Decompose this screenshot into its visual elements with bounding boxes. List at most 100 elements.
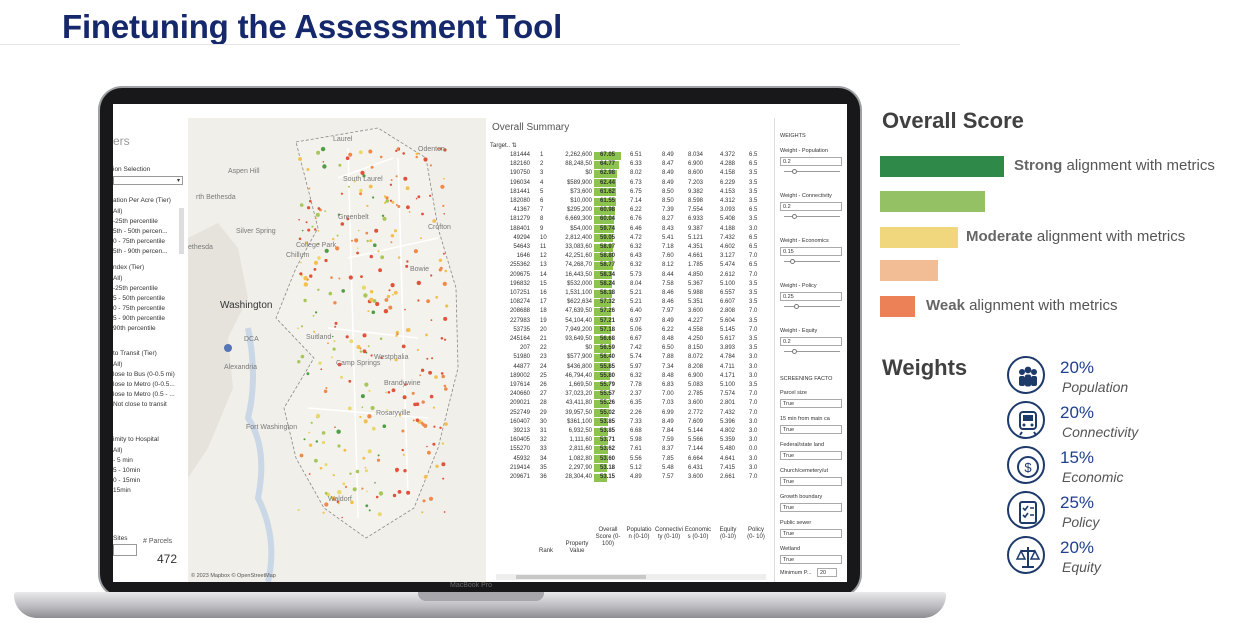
parcel-marker[interactable]: [299, 453, 304, 458]
parcel-marker[interactable]: [366, 490, 368, 493]
parcel-map[interactable]: Laurel Odenton Aspen Hill South Laurel rth B…: [188, 118, 486, 582]
parcel-marker[interactable]: [401, 448, 404, 452]
parcel-marker[interactable]: [327, 342, 329, 344]
parcel-marker[interactable]: [405, 186, 410, 191]
filter-option[interactable]: 5th - 50th percen...: [113, 228, 168, 235]
parcel-marker[interactable]: [359, 415, 362, 419]
parcel-marker[interactable]: [348, 275, 353, 280]
parcel-marker[interactable]: [334, 325, 337, 328]
parcel-marker[interactable]: [378, 268, 382, 273]
parcel-marker[interactable]: [349, 339, 354, 344]
table-row[interactable]: 207 22 $0 56.59 7.42 6.50 8.150 3.893 3.5: [486, 344, 774, 353]
parcel-marker[interactable]: [300, 354, 305, 359]
parcel-marker[interactable]: [430, 319, 433, 321]
table-row[interactable]: 54643 11 33,083,60 58.97 6.32 7.18 4.351 4.602 6…: [486, 243, 774, 252]
parcel-marker[interactable]: [360, 275, 363, 278]
parcel-marker[interactable]: [348, 152, 353, 157]
parcel-marker[interactable]: [356, 251, 359, 255]
parcel-marker[interactable]: [308, 431, 311, 434]
parcel-marker[interactable]: [349, 472, 352, 475]
parcel-marker[interactable]: [406, 328, 411, 332]
parcel-marker[interactable]: [402, 395, 407, 400]
sites-input[interactable]: [113, 544, 137, 556]
weight-slider[interactable]: [784, 349, 840, 354]
filter-option[interactable]: lose to Bus (0-0.5 mi): [113, 371, 175, 378]
parcel-marker[interactable]: [389, 199, 392, 202]
parcel-marker[interactable]: [312, 314, 315, 317]
parcel-marker[interactable]: [364, 469, 368, 473]
parcel-marker[interactable]: [441, 374, 445, 379]
parcel-marker[interactable]: [315, 440, 318, 443]
parcel-marker[interactable]: [348, 379, 352, 383]
parcel-marker[interactable]: [426, 445, 428, 448]
parcel-marker[interactable]: [377, 512, 382, 517]
parcel-marker[interactable]: [401, 344, 406, 349]
parcel-marker[interactable]: [390, 179, 393, 181]
filter-option[interactable]: All): [113, 208, 122, 215]
parcel-marker[interactable]: [421, 511, 424, 514]
parcel-marker[interactable]: [415, 197, 418, 200]
parcel-marker[interactable]: [408, 211, 411, 213]
parcel-marker[interactable]: [444, 387, 448, 391]
column-header[interactable]: Economic s (0-10): [684, 527, 712, 541]
table-row[interactable]: 208688 18 47,639,50 57.26 6.40 7.97 3.600 2.808…: [486, 307, 774, 316]
table-row[interactable]: 181279 8 6,669,300 60.04 6.76 8.27 6.933 5.408 3…: [486, 215, 774, 224]
parcel-marker[interactable]: [316, 150, 321, 155]
parcel-marker[interactable]: [325, 387, 328, 389]
parcel-marker[interactable]: [396, 147, 400, 151]
parcel-marker[interactable]: [305, 221, 308, 224]
parcel-marker[interactable]: [303, 282, 308, 287]
parcel-marker[interactable]: [348, 185, 350, 188]
table-row[interactable]: 108274 17 $622,634 57.32 5.21 8.46 5.351 6.607 3…: [486, 298, 774, 307]
parcel-marker[interactable]: [443, 316, 448, 321]
parcel-marker[interactable]: [389, 183, 393, 186]
parcel-marker[interactable]: [332, 474, 335, 477]
screening-select[interactable]: True: [780, 425, 842, 434]
parcel-marker[interactable]: [309, 199, 312, 203]
scroll-thumb[interactable]: [516, 575, 646, 579]
parcel-marker[interactable]: [445, 304, 449, 308]
parcel-marker[interactable]: [444, 422, 448, 426]
column-header[interactable]: Populatio n (0-10): [626, 527, 652, 541]
parcel-marker[interactable]: [355, 469, 360, 474]
parcel-marker[interactable]: [344, 485, 348, 489]
parcel-marker[interactable]: [298, 237, 302, 241]
parcel-marker[interactable]: [365, 231, 369, 235]
table-row[interactable]: 188401 9 $54,000 59.74 6.46 8.43 9.387 4.188 3.0: [486, 225, 774, 234]
table-row[interactable]: 190750 3 $0 62.98 8.02 8.49 8.600 4.158 3.5: [486, 169, 774, 178]
table-row[interactable]: 53735 20 7,949,200 57.18 5.06 6.22 4.558 5.145 7…: [486, 326, 774, 335]
screening-select[interactable]: True: [780, 399, 842, 408]
parcel-marker[interactable]: [368, 184, 373, 189]
parcel-marker[interactable]: [368, 509, 371, 512]
parcel-marker[interactable]: [417, 195, 421, 199]
parcel-marker[interactable]: [394, 229, 397, 233]
parcel-marker[interactable]: [376, 458, 381, 462]
parcel-marker[interactable]: [300, 325, 304, 328]
parcel-marker[interactable]: [416, 348, 419, 352]
parcel-marker[interactable]: [315, 311, 318, 314]
parcel-marker[interactable]: [361, 285, 366, 290]
parcel-marker[interactable]: [360, 170, 365, 175]
parcel-marker[interactable]: [432, 406, 436, 409]
parcel-marker[interactable]: [361, 406, 364, 409]
parcel-marker[interactable]: [322, 161, 325, 163]
parcel-marker[interactable]: [402, 152, 405, 155]
parcel-marker[interactable]: [397, 256, 401, 259]
parcel-marker[interactable]: [397, 490, 402, 494]
parcel-marker[interactable]: [375, 301, 380, 307]
parcel-marker[interactable]: [313, 268, 317, 271]
table-row[interactable]: 227983 19 54,104,40 57.21 6.97 8.49 4.227 5.604…: [486, 317, 774, 326]
parcel-marker[interactable]: [440, 372, 444, 375]
table-row[interactable]: 181444 1 2,262,600 67.05 6.51 8.49 8.034 4.372 6…: [486, 151, 774, 160]
parcel-marker[interactable]: [372, 196, 375, 199]
parcel-marker[interactable]: [391, 388, 396, 393]
parcel-marker[interactable]: [334, 426, 336, 429]
parcel-marker[interactable]: [324, 248, 329, 253]
screening-select[interactable]: True: [780, 451, 842, 460]
parcel-marker[interactable]: [303, 438, 306, 441]
parcel-marker[interactable]: [443, 511, 446, 513]
parcel-marker[interactable]: [298, 218, 300, 221]
parcel-marker[interactable]: [359, 188, 363, 193]
parcel-marker[interactable]: [308, 443, 313, 447]
table-row[interactable]: 181441 5 $73,600 61.62 6.75 8.50 9.382 4.153 3.5: [486, 188, 774, 197]
